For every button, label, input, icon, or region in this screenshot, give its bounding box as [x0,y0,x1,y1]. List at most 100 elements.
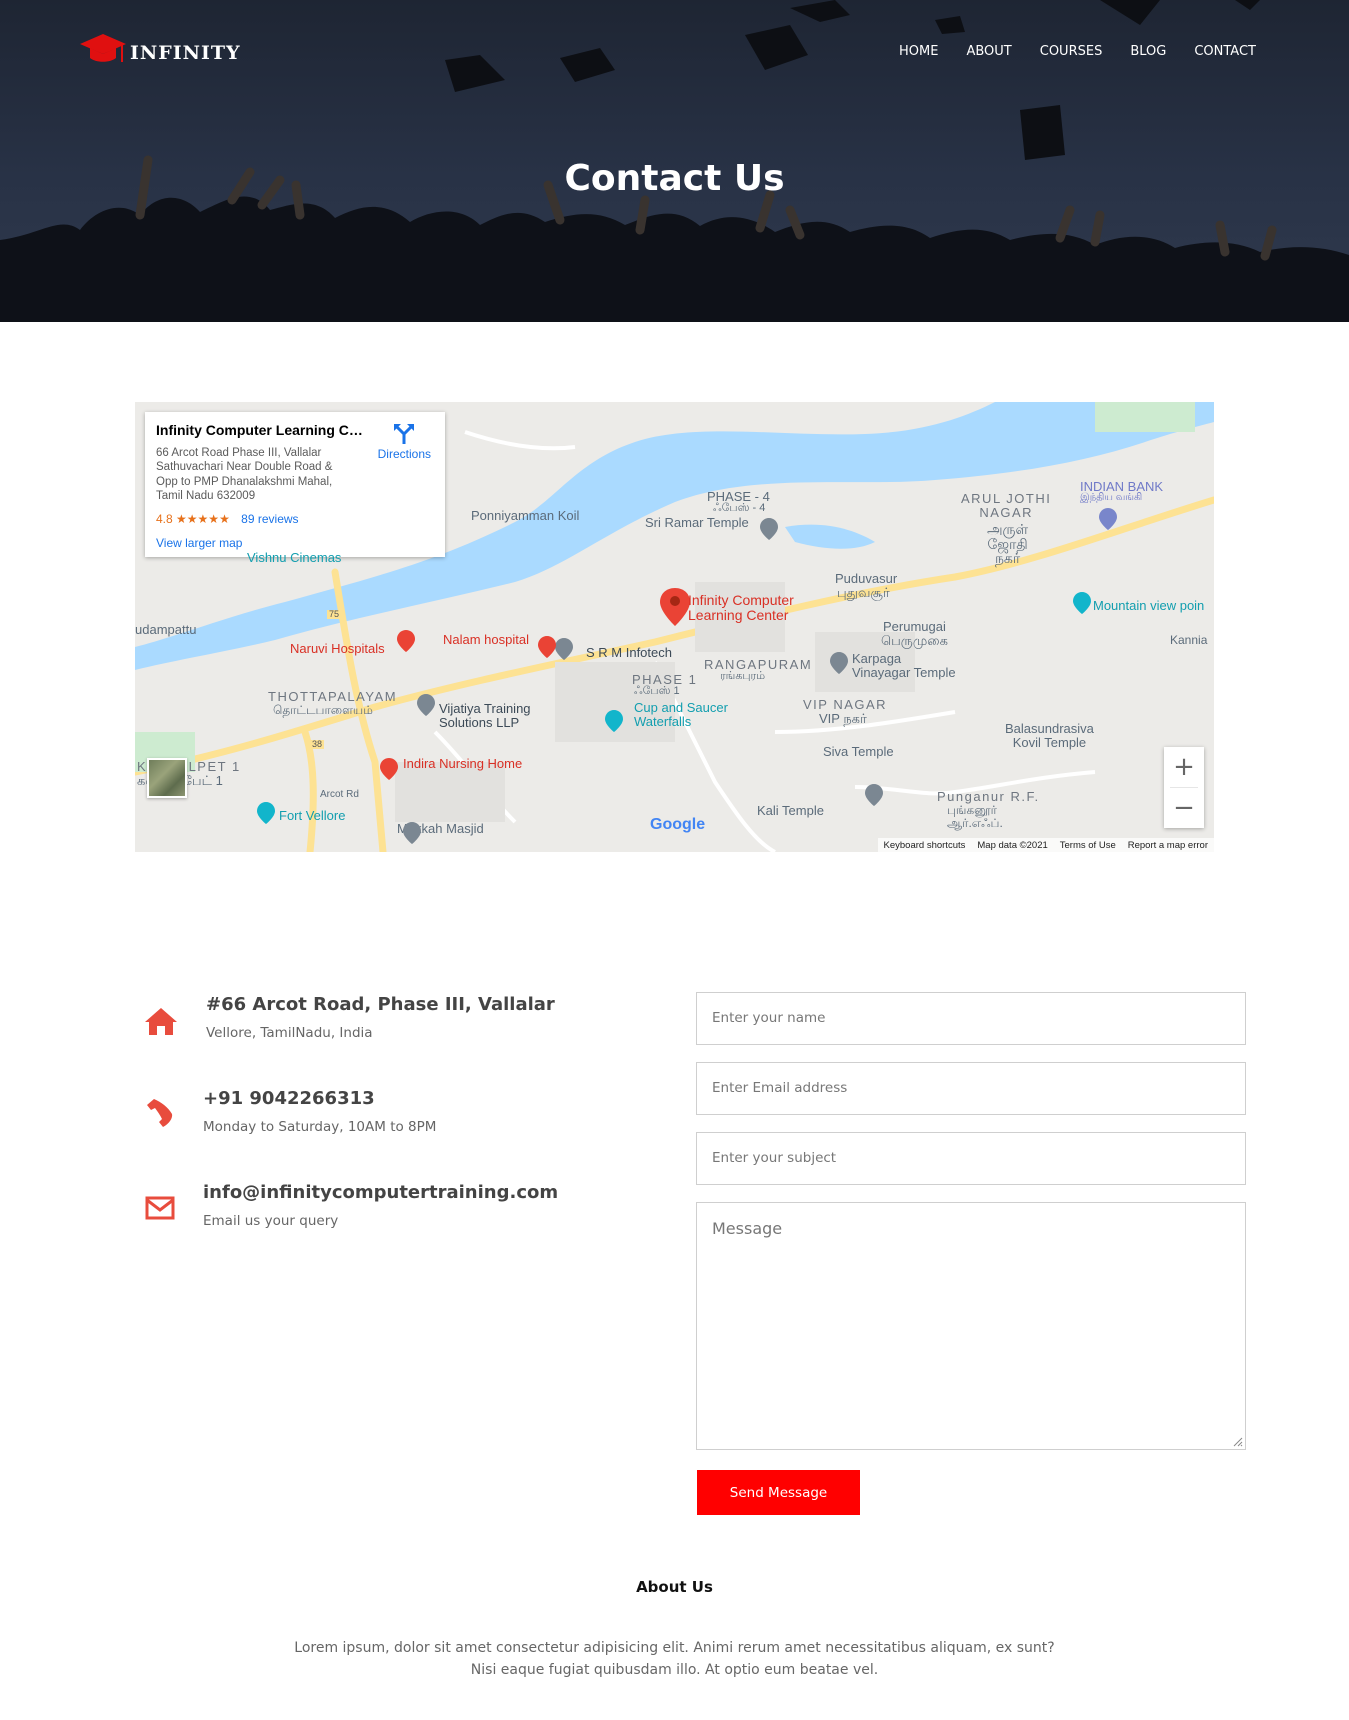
about-title: About Us [636,1578,713,1596]
map-label: ஃபேஸ் - 4 [713,502,766,514]
main-navigation: HOME ABOUT COURSES BLOG CONTACT [871,44,1256,59]
mosque-pin-icon[interactable] [403,822,421,844]
map-label: S R M Infotech [586,645,672,660]
email-address[interactable]: info@infinitycomputertraining.com [203,1182,558,1203]
email-input[interactable]: Enter Email address [696,1062,1246,1115]
about-text-line: Lorem ipsum, dolor sit amet consectetur … [294,1640,1055,1656]
map-label: Kannia [1170,633,1208,647]
map-data-text: Map data ©2021 [977,839,1048,851]
zoom-in-button[interactable]: + [1164,747,1204,787]
map-label: Naruvi Hospitals [290,641,385,656]
map-label: ரங்கபுரம் [720,670,766,682]
temple-pin-icon[interactable] [865,784,883,806]
map-label: Kali Temple [757,803,824,818]
subject-input[interactable]: Enter your subject [696,1132,1246,1185]
poi-pin-icon[interactable] [417,694,435,716]
rating-stars-icon: ★★★★★ [176,511,230,526]
map-label: Balasundrasiva Kovil Temple [1005,721,1094,750]
resize-handle-icon[interactable] [1231,1435,1243,1447]
bank-pin-icon[interactable] [1099,508,1117,530]
phone-icon [147,1099,173,1127]
rating-value: 4.8 [156,511,173,526]
address-subtitle: Vellore, TamilNadu, India [206,1025,373,1041]
map-label: Nalam hospital [443,632,529,647]
about-text: Lorem ipsum, dolor sit amet consectetur … [0,1637,1349,1681]
map-label: Perumugai [883,619,946,634]
directions-button[interactable]: Directions [378,422,431,461]
home-icon [145,1008,177,1035]
location-marker-icon[interactable] [660,588,690,626]
reviews-link[interactable]: 89 reviews [241,512,298,526]
phone-hours: Monday to Saturday, 10AM to 8PM [203,1119,437,1135]
map-label: புங்கனூர் ஆர்.எஃப். [947,803,1003,830]
graduation-cap-icon [80,34,126,62]
hospital-pin-icon[interactable] [397,630,415,652]
map-label: THOTTAPALAYAM [268,689,398,704]
brand-name: INFINITY [130,42,241,64]
map-label: Arcot Rd [320,789,359,800]
nav-about[interactable]: ABOUT [966,44,1011,59]
map-label: பெருமுகை [881,633,948,648]
map-label: ARUL JOTHI NAGAR [961,491,1052,520]
report-map-error-link[interactable]: Report a map error [1128,840,1208,851]
email-subtitle: Email us your query [203,1213,339,1229]
send-message-button[interactable]: Send Message [697,1470,860,1515]
address-block: #66 Arcot Road, Phase III, Vallalar Vell… [206,994,555,1041]
embedded-map[interactable]: Infinity Computer Learning Ce... 66 Arco… [135,402,1214,852]
map-label: Punganur R.F. [937,789,1040,804]
address-title: #66 Arcot Road, Phase III, Vallalar [206,994,555,1015]
name-input[interactable]: Enter your name [696,992,1246,1045]
poi-pin-icon[interactable] [555,638,573,660]
keyboard-shortcuts-link[interactable]: Keyboard shortcuts [884,840,966,851]
map-label: புதுவசூர் [837,585,890,600]
place-rating: 4.8 ★★★★★ 89 reviews [156,512,434,526]
road-shield: 75 [327,609,342,620]
zoom-controls: + − [1164,747,1204,828]
map-label: Siva Temple [823,744,894,759]
nav-courses[interactable]: COURSES [1040,44,1103,59]
directions-icon [394,424,415,444]
place-info-card: Infinity Computer Learning Ce... 66 Arco… [145,412,445,557]
hospital-pin-icon[interactable] [538,636,556,658]
map-label: Fort Vellore [279,808,346,823]
map-label: Sri Ramar Temple [645,515,749,530]
map-label: Mountain view poin [1093,598,1205,613]
map-footer: Keyboard shortcuts Map data ©2021 Terms … [877,838,1214,852]
envelope-icon [145,1196,175,1220]
hospital-pin-icon[interactable] [380,758,398,780]
place-address: 66 Arcot Road Phase III, Vallalar Sathuv… [156,447,333,503]
google-logo: Google [650,816,706,833]
attraction-pin-icon[interactable] [1073,592,1091,614]
map-label: இந்திய வங்கி [1080,492,1143,503]
message-textarea[interactable]: Message [696,1202,1246,1450]
view-larger-map-link[interactable]: View larger map [156,536,434,550]
nav-home[interactable]: HOME [899,44,938,59]
map-label: Ponniyamman Koil [471,508,580,523]
hero-banner: INFINITY HOME ABOUT COURSES BLOG CONTACT… [0,0,1349,322]
terms-of-use-link[interactable]: Terms of Use [1060,840,1116,851]
zoom-out-button[interactable]: − [1164,788,1204,828]
brand-logo[interactable]: INFINITY [80,30,241,70]
nav-blog[interactable]: BLOG [1130,44,1166,59]
email-block: info@infinitycomputertraining.com Email … [203,1182,558,1229]
attraction-pin-icon[interactable] [257,802,275,824]
map-label: Karpaga Vinayagar Temple [852,651,956,680]
place-name: Infinity Computer Learning Ce... [156,422,366,438]
map-label: Cup and Saucer Waterfalls [634,700,728,729]
map-label: ஃபேஸ் 1 [634,685,680,697]
map-label: Indira Nursing Home [403,756,523,771]
nav-contact[interactable]: CONTACT [1194,44,1256,59]
marker-label: Infinity Computer Learning Center [688,592,794,623]
temple-pin-icon[interactable] [760,518,778,540]
phone-number[interactable]: +91 9042266313 [203,1088,436,1109]
message-placeholder: Message [712,1219,783,1238]
map-label: Vijatiya Training Solutions LLP [439,701,531,730]
map-label: udampattu [135,622,197,637]
satellite-view-toggle[interactable] [147,758,187,798]
map-label: Vishnu Cinemas [247,550,342,565]
temple-pin-icon[interactable] [830,652,848,674]
map-label: அருள் ஜோதி நகர் [987,521,1029,567]
directions-label: Directions [377,447,431,461]
attraction-pin-icon[interactable] [605,710,623,732]
map-label: தொட்டபாளையம் [273,703,373,717]
